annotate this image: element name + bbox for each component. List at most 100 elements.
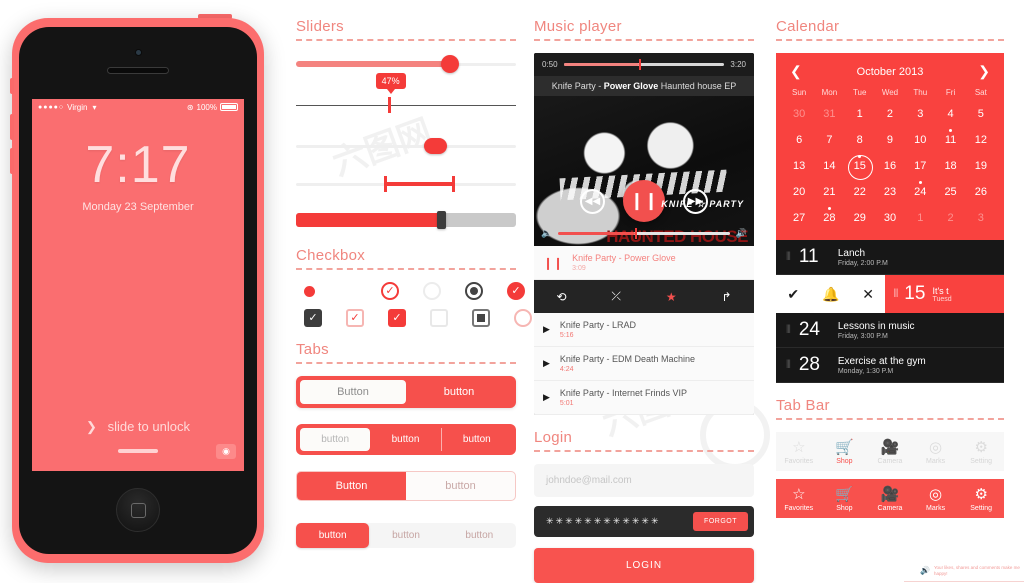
tabbar-item-marks[interactable]: ◎ Marks bbox=[913, 479, 959, 518]
drag-handle-icon[interactable]: ⦀ bbox=[786, 359, 791, 372]
calendar-day[interactable]: 11 bbox=[935, 128, 965, 152]
reminder-bell-icon[interactable]: 🔔 bbox=[822, 286, 839, 303]
calendar-day[interactable]: 2 bbox=[935, 206, 965, 230]
repeat-icon[interactable]: ⟲ bbox=[556, 290, 566, 304]
tabbar-item-favorites[interactable]: ☆ Favorites bbox=[776, 479, 822, 518]
calendar-day[interactable]: 31 bbox=[814, 102, 844, 126]
volume-handle[interactable] bbox=[635, 228, 638, 239]
track-list-item[interactable]: ▶ Knife Party - LRAD 5:16 bbox=[534, 313, 754, 347]
slider-knob[interactable] bbox=[441, 55, 460, 73]
login-button[interactable]: LOGIN bbox=[534, 548, 754, 583]
camera-icon[interactable]: ◉ bbox=[216, 444, 236, 459]
email-field[interactable]: johndoe@mail.com bbox=[534, 464, 754, 497]
lock-screen[interactable]: ●●●●○ Virgin ▾ ⊛ 100% 7:17 Monday 23 Sep… bbox=[32, 99, 244, 471]
seek-handle[interactable] bbox=[639, 59, 642, 70]
tab-group2-item-0[interactable]: button bbox=[300, 428, 371, 451]
slider-knob[interactable] bbox=[436, 211, 446, 229]
ring-check-checkbox[interactable]: ✓ bbox=[381, 282, 399, 300]
calendar-day[interactable]: 26 bbox=[966, 180, 996, 204]
pause-icon[interactable]: ❙❙ bbox=[543, 256, 563, 270]
dark-square-check[interactable]: ✓ bbox=[304, 309, 322, 327]
slide-to-unlock[interactable]: ❯ slide to unlock bbox=[32, 419, 244, 435]
calendar-day[interactable]: 12 bbox=[966, 128, 996, 152]
calendar-day[interactable]: 22 bbox=[845, 180, 875, 204]
calendar-day[interactable]: 28 bbox=[814, 206, 844, 230]
empty-circle-checkbox[interactable] bbox=[514, 309, 532, 327]
calendar-day[interactable]: 27 bbox=[784, 206, 814, 230]
calendar-day[interactable]: 3 bbox=[905, 102, 935, 126]
calendar-day[interactable]: 17 bbox=[905, 154, 935, 178]
small-dot-indicator[interactable] bbox=[304, 285, 315, 297]
slider-tick[interactable] bbox=[388, 97, 392, 113]
thick-bar-slider[interactable] bbox=[296, 211, 516, 229]
tab-group3-item-0[interactable]: Button bbox=[297, 472, 406, 500]
drag-handle-icon[interactable]: ⦀ bbox=[786, 324, 791, 337]
tabbar-item-camera[interactable]: 🎥 Camera bbox=[867, 432, 913, 471]
now-playing-row[interactable]: ❙❙ Knife Party - Power Glove 3:09 bbox=[534, 246, 754, 280]
calendar-day[interactable]: 9 bbox=[875, 128, 905, 152]
password-field[interactable]: ✳✳✳✳✳✳✳✳✳✳✳✳ FORGOT bbox=[534, 506, 754, 537]
tab-group1-item-1[interactable]: button bbox=[406, 380, 512, 404]
shuffle-icon[interactable]: ⤫ bbox=[611, 289, 621, 304]
calendar-day[interactable]: 6 bbox=[784, 128, 814, 152]
volume-down-icon[interactable]: 🔈 bbox=[541, 228, 552, 239]
slider-knob[interactable] bbox=[423, 138, 447, 154]
calendar-day[interactable]: 24 bbox=[905, 180, 935, 204]
play-icon[interactable]: ▶ bbox=[543, 324, 550, 335]
red-square-check[interactable]: ✓ bbox=[388, 309, 406, 327]
previous-month-button[interactable]: ❮ bbox=[790, 63, 802, 80]
calendar-day[interactable]: 4 bbox=[935, 102, 965, 126]
volume-up-icon[interactable]: 🔊 bbox=[736, 228, 747, 239]
favorite-icon[interactable]: ★ bbox=[666, 290, 677, 304]
calendar-event-row[interactable]: ⦀ 28 Exercise at the gym Monday, 1:30 P.… bbox=[776, 348, 1004, 383]
play-icon[interactable]: ▶ bbox=[543, 392, 550, 403]
range-handle-right[interactable] bbox=[452, 176, 456, 192]
tabbar-item-camera[interactable]: 🎥 Camera bbox=[867, 479, 913, 518]
tab-group1-item-0[interactable]: Button bbox=[300, 380, 406, 404]
calendar-day[interactable]: 29 bbox=[845, 206, 875, 230]
calendar-day[interactable]: 16 bbox=[875, 154, 905, 178]
calendar-day[interactable]: 2 bbox=[875, 102, 905, 126]
calendar-day[interactable]: 20 bbox=[784, 180, 814, 204]
calendar-event-row[interactable]: ⦀ 24 Lessons in music Friday, 3:00 P.M bbox=[776, 313, 1004, 348]
delete-icon[interactable]: ✕ bbox=[862, 286, 874, 303]
seek-slider[interactable] bbox=[563, 59, 725, 70]
calendar-day[interactable]: 19 bbox=[966, 154, 996, 178]
calendar-day[interactable]: 3 bbox=[966, 206, 996, 230]
previous-button[interactable]: ◀◀ bbox=[580, 188, 605, 214]
drag-handle-icon[interactable]: ⦀ bbox=[786, 251, 791, 264]
drag-handle-icon[interactable]: ⦀ bbox=[893, 288, 898, 301]
share-icon[interactable]: ↱ bbox=[722, 290, 732, 304]
range-slider[interactable] bbox=[296, 173, 516, 195]
calendar-day[interactable]: 21 bbox=[814, 180, 844, 204]
play-pause-button[interactable]: ❙❙ bbox=[623, 180, 665, 222]
calendar-day[interactable]: 30 bbox=[784, 102, 814, 126]
home-button[interactable] bbox=[116, 488, 160, 532]
track-list-item[interactable]: ▶ Knife Party - EDM Death Machine 4:24 bbox=[534, 347, 754, 381]
tabbar-item-favorites[interactable]: ☆ Favorites bbox=[776, 432, 822, 471]
tabbar-item-setting[interactable]: ⚙ Setting bbox=[958, 432, 1004, 471]
accept-icon[interactable]: ✔ bbox=[787, 286, 799, 303]
tab-group4-item-1[interactable]: button bbox=[369, 523, 442, 548]
calendar-day[interactable]: 23 bbox=[875, 180, 905, 204]
volume-down-button[interactable] bbox=[10, 148, 14, 174]
filled-circle-check[interactable]: ✓ bbox=[507, 282, 525, 300]
calendar-day[interactable]: 7 bbox=[814, 128, 844, 152]
range-handle-left[interactable] bbox=[384, 176, 387, 192]
tab-group4-item-2[interactable]: button bbox=[443, 523, 516, 548]
outline-square-check[interactable]: ✓ bbox=[346, 309, 364, 327]
tabbar-item-shop[interactable]: 🛒 Shop bbox=[822, 479, 868, 518]
tabbar-item-marks[interactable]: ◎ Marks bbox=[913, 432, 959, 471]
calendar-day[interactable]: 30 bbox=[875, 206, 905, 230]
calendar-day[interactable]: 1 bbox=[845, 102, 875, 126]
filled-knob-slider[interactable] bbox=[296, 53, 516, 75]
empty-square-checkbox[interactable] bbox=[430, 309, 448, 327]
volume-up-button[interactable] bbox=[10, 114, 14, 140]
calendar-event-swiped[interactable]: ✔ 🔔 ✕ ⦀ 15 It's t Tuesd bbox=[776, 275, 1004, 313]
calendar-day[interactable]: 18 bbox=[935, 154, 965, 178]
next-month-button[interactable]: ❯ bbox=[978, 63, 990, 80]
tabbar-item-setting[interactable]: ⚙ Setting bbox=[958, 479, 1004, 518]
calendar-day[interactable]: 10 bbox=[905, 128, 935, 152]
volume-slider[interactable] bbox=[558, 228, 730, 239]
radio-selected[interactable] bbox=[465, 282, 483, 300]
